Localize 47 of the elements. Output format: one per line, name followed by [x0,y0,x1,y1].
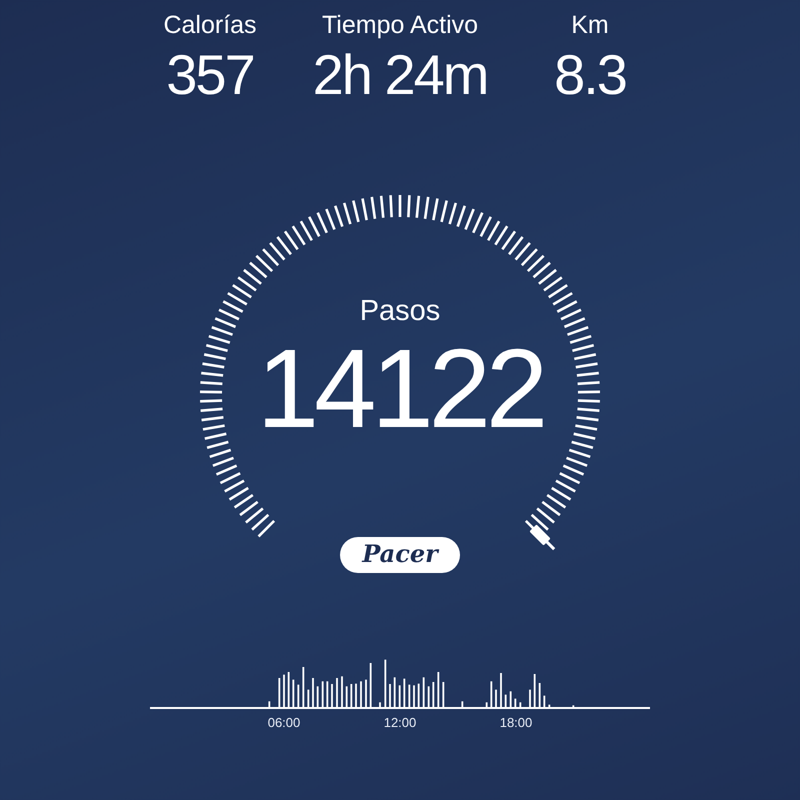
time-label: 12:00 [384,715,416,730]
stat-value: 2h 24m [312,42,488,108]
stat-value: 357 [166,42,254,108]
activity-bar [403,678,406,707]
activity-bar [504,694,507,707]
activity-bar [437,672,440,707]
pacer-logo: Pacer [340,537,460,573]
stat-label: Km [571,10,609,40]
activity-bar [297,684,300,707]
gauge-label: Pasos [360,294,440,328]
activity-bar [442,682,444,707]
step-count: 14122 [256,330,544,448]
activity-bar [370,663,372,707]
activity-bar [268,701,270,707]
activity-bar [350,684,352,707]
time-label: 18:00 [500,715,532,730]
activity-bar [432,682,434,707]
activity-bar [322,681,324,707]
stat-label: Calorías [163,10,257,40]
activity-bar [428,686,430,707]
activity-bar [461,701,464,707]
activity-bar [408,684,410,707]
stat-label: Tiempo Activo [322,10,478,40]
activity-bar [519,702,522,707]
activity-bar [543,696,546,707]
activity-bar [384,660,386,707]
activity-bar [394,677,396,707]
activity-bar [278,678,280,707]
activity-bar [346,686,348,707]
activity-bar [538,683,541,707]
activity-bar [398,685,401,707]
activity-bar [326,681,328,707]
activity-bar [490,681,492,707]
activity-bar [288,672,290,707]
activity-bar [418,684,420,707]
activity-bar [486,702,488,707]
stat-value: 8.3 [554,42,626,108]
activity-bar [510,691,512,707]
activity-bar [307,690,310,707]
activity-bar [514,698,516,707]
gauge-handle [529,524,556,550]
activity-bar [302,667,304,707]
activity-bar [292,680,294,707]
activity-bar [316,686,319,707]
activity-bar [534,674,536,707]
activity-bar [422,677,425,707]
time-label: 06:00 [268,715,300,730]
